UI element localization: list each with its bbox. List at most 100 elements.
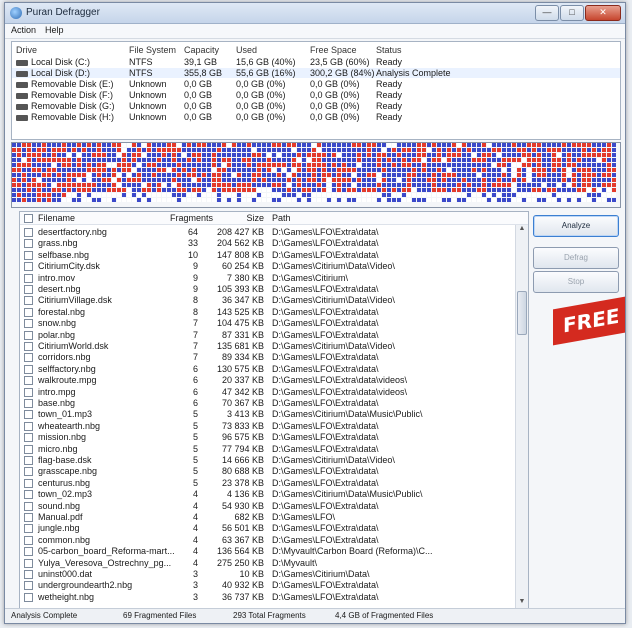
file-row[interactable]: walkroute.mpg 6 20 337 KB D:\Games\LFO\Extr… <box>20 374 510 386</box>
drive-row[interactable]: Removable Disk (E:) Unknown 0,0 GB 0,0 GB (… <box>12 79 620 89</box>
close-icon[interactable]: ✕ <box>585 5 621 21</box>
col-capacity[interactable]: Capacity <box>184 45 219 55</box>
analyze-button[interactable]: Analyze <box>533 215 619 237</box>
file-row[interactable]: selffactory.nbg 6 130 575 KB D:\Games\LFO\E… <box>20 363 510 374</box>
file-row[interactable]: forestal.nbg 8 143 525 KB D:\Games\LFO\Extr… <box>20 306 510 317</box>
col-drive[interactable]: Drive <box>16 45 37 55</box>
file-checkbox[interactable] <box>24 570 33 579</box>
file-checkbox[interactable] <box>24 239 33 249</box>
file-row[interactable]: common.nbg 4 63 367 KB D:\Games\LFO\Extra\d… <box>20 534 510 545</box>
file-row[interactable]: grasscape.nbg 5 80 688 KB D:\Games\LFO\Extr… <box>20 465 510 477</box>
scroll-up-icon[interactable]: ▲ <box>516 225 528 235</box>
file-checkbox[interactable] <box>24 376 33 386</box>
select-all-checkbox[interactable] <box>24 214 33 223</box>
file-row[interactable]: Manual.pdf 4 682 KB D:\Games\LFO\ <box>20 511 510 522</box>
file-checkbox[interactable] <box>24 273 33 283</box>
stop-button[interactable]: Stop <box>533 271 619 293</box>
drive-row[interactable]: Removable Disk (H:) Unknown 0,0 GB 0,0 GB (… <box>12 112 620 122</box>
file-checkbox[interactable] <box>24 524 33 534</box>
col-file-system[interactable]: File System <box>129 45 176 55</box>
col-filename[interactable]: Filename <box>38 213 75 223</box>
file-checkbox[interactable] <box>24 330 33 340</box>
file-checkbox[interactable] <box>24 342 33 351</box>
file-row[interactable]: sound.nbg 4 54 930 KB D:\Games\LFO\Extra\da… <box>20 500 510 511</box>
file-row[interactable]: desert.nbg 9 105 393 KB D:\Games\LFO\Extra\… <box>20 283 510 294</box>
col-free-space[interactable]: Free Space <box>310 45 357 55</box>
file-row[interactable]: CitiriumVillage.dsk 8 36 347 KB D:\Games\Ci… <box>20 294 510 306</box>
file-row[interactable]: selfbase.nbg 10 147 808 KB D:\Games\LFO\Ext… <box>20 249 510 260</box>
cluster-block <box>362 193 366 197</box>
file-checkbox[interactable] <box>24 399 33 408</box>
file-row[interactable]: centurus.nbg 5 23 378 KB D:\Games\LFO\Extra… <box>20 477 510 488</box>
file-list-scrollbar[interactable]: ▲ ▼ <box>515 225 528 608</box>
file-row[interactable]: intro.mpg 6 47 342 KB D:\Games\LFO\Extra\da… <box>20 386 510 397</box>
file-row[interactable]: uninst000.dat 3 10 KB D:\Games\Citirium\Dat… <box>20 568 510 579</box>
scroll-thumb[interactable] <box>517 291 527 335</box>
drive-row[interactable]: Local Disk (D:) NTFS 355,8 GB 55,6 GB (16%)… <box>12 68 620 78</box>
drive-row[interactable]: Removable Disk (F:) Unknown 0,0 GB 0,0 GB (… <box>12 90 620 100</box>
file-row[interactable]: polar.nbg 7 87 331 KB D:\Games\LFO\Extra\da… <box>20 329 510 340</box>
file-checkbox[interactable] <box>24 421 33 431</box>
file-checkbox[interactable] <box>24 513 33 522</box>
file-checkbox[interactable] <box>24 547 33 557</box>
cluster-block <box>122 188 126 192</box>
menu-action[interactable]: Action <box>11 25 36 35</box>
file-row[interactable]: undergroundearth2.nbg 3 40 932 KB D:\Games\… <box>20 579 510 591</box>
file-row[interactable]: snow.nbg 7 104 475 KB D:\Games\LFO\Extra\da… <box>20 317 510 329</box>
file-checkbox[interactable] <box>24 444 33 454</box>
file-checkbox[interactable] <box>24 410 33 420</box>
scroll-down-icon[interactable]: ▼ <box>516 598 528 608</box>
file-checkbox[interactable] <box>24 296 33 306</box>
file-row[interactable]: flag-base.dsk 5 14 666 KB D:\Games\Citirium… <box>20 454 510 465</box>
col-size[interactable]: Size <box>216 213 264 223</box>
file-checkbox[interactable] <box>24 250 33 260</box>
file-checkbox[interactable] <box>24 501 33 511</box>
file-row[interactable]: town_02.mp3 4 4 136 KB D:\Games\Citirium\Da… <box>20 488 510 500</box>
file-checkbox[interactable] <box>24 456 33 465</box>
file-checkbox[interactable] <box>24 364 33 374</box>
file-row[interactable]: CitiriumWorld.dsk 7 135 681 KB D:\Games\Cit… <box>20 340 510 351</box>
file-checkbox[interactable] <box>24 490 33 500</box>
file-row[interactable]: Yulya_Veresova_Ostrechny_pg... 4 275 250 K… <box>20 557 510 568</box>
defrag-button[interactable]: Defrag <box>533 247 619 269</box>
file-checkbox[interactable] <box>24 353 33 363</box>
col-used[interactable]: Used <box>236 45 257 55</box>
drive-row[interactable]: Removable Disk (G:) Unknown 0,0 GB 0,0 GB (… <box>12 101 620 111</box>
file-row[interactable]: CitiriumCity.dsk 9 60 254 KB D:\Games\Citir… <box>20 260 510 272</box>
cluster-block <box>337 168 341 172</box>
file-checkbox[interactable] <box>24 262 33 272</box>
drive-row[interactable]: Local Disk (C:) NTFS 39,1 GB 15,6 GB (40%) 2… <box>12 57 620 67</box>
file-row[interactable]: wheatearth.nbg 5 73 833 KB D:\Games\LFO\Ext… <box>20 420 510 431</box>
file-row[interactable]: grass.nbg 33 204 562 KB D:\Games\LFO\Extra\… <box>20 237 510 249</box>
title-bar[interactable]: Puran Defragger — □ ✕ <box>5 3 625 24</box>
file-checkbox[interactable] <box>24 319 33 329</box>
file-checkbox[interactable] <box>24 387 33 397</box>
file-checkbox[interactable] <box>24 558 33 568</box>
file-checkbox[interactable] <box>24 581 33 591</box>
file-row[interactable]: wetheight.nbg 3 36 737 KB D:\Games\LFO\Extr… <box>20 591 510 602</box>
file-checkbox[interactable] <box>24 478 33 488</box>
file-checkbox[interactable] <box>24 307 33 317</box>
cluster-block <box>452 158 456 162</box>
file-checkbox[interactable] <box>24 433 33 443</box>
menu-help[interactable]: Help <box>45 25 64 35</box>
file-checkbox[interactable] <box>24 228 33 237</box>
file-row[interactable]: micro.nbg 5 77 794 KB D:\Games\LFO\Extra\da… <box>20 443 510 454</box>
file-row[interactable]: intro.mov 9 7 380 KB D:\Games\Citirium\ <box>20 272 510 283</box>
file-row[interactable]: 05-carbon_board_Reforma-mart... 4 136 564 … <box>20 545 510 557</box>
col-path[interactable]: Path <box>272 213 291 223</box>
col-fragments[interactable]: Fragments <box>170 213 213 223</box>
file-checkbox[interactable] <box>24 592 33 602</box>
file-row[interactable]: desertfactory.nbg 64 208 427 KB D:\Games\LF… <box>20 226 510 237</box>
maximize-icon[interactable]: □ <box>560 5 584 21</box>
minimize-icon[interactable]: — <box>535 5 559 21</box>
file-row[interactable]: town_01.mp3 5 3 413 KB D:\Games\Citirium\Da… <box>20 408 510 420</box>
file-row[interactable]: corridors.nbg 7 89 334 KB D:\Games\LFO\Extr… <box>20 351 510 363</box>
file-row[interactable]: base.nbg 6 70 367 KB D:\Games\LFO\Extra\dat… <box>20 397 510 408</box>
col-status[interactable]: Status <box>376 45 402 55</box>
file-checkbox[interactable] <box>24 467 33 477</box>
file-row[interactable]: jungle.nbg 4 56 501 KB D:\Games\LFO\Extra\d… <box>20 522 510 534</box>
file-checkbox[interactable] <box>24 535 33 545</box>
file-row[interactable]: mission.nbg 5 96 575 KB D:\Games\LFO\Extra\… <box>20 431 510 443</box>
file-checkbox[interactable] <box>24 285 33 294</box>
